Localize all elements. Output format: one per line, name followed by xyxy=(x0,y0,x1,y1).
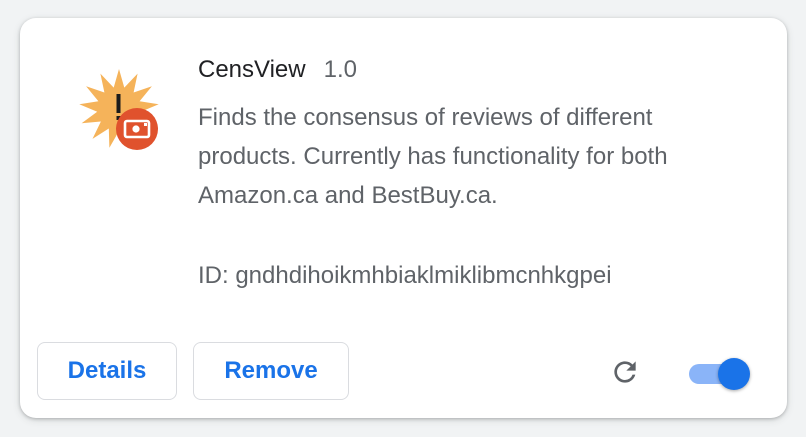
extension-title-row: CensView 1.0 xyxy=(198,56,357,84)
reload-icon[interactable] xyxy=(609,356,641,388)
details-button[interactable]: Details xyxy=(37,342,177,400)
extension-name: CensView xyxy=(198,56,306,83)
camera-badge-icon xyxy=(115,107,159,151)
toggle-knob xyxy=(718,358,750,390)
enable-toggle[interactable] xyxy=(686,356,750,390)
remove-button[interactable]: Remove xyxy=(193,342,349,400)
extension-card: CensView 1.0 Finds the consensus of revi… xyxy=(20,18,787,418)
extension-description: Finds the consensus of reviews of differ… xyxy=(198,104,668,209)
extension-id: ID: gndhdihoikmhbiaklmiklibmcnhkgpei xyxy=(198,262,612,289)
extension-version: 1.0 xyxy=(323,56,357,83)
